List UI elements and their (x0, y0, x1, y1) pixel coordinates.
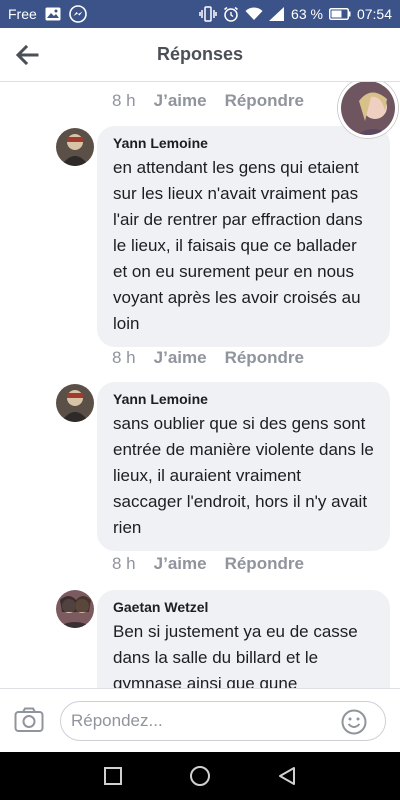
avatar[interactable] (56, 128, 94, 166)
camera-button[interactable] (14, 707, 46, 735)
vibrate-icon (199, 6, 217, 22)
recent-apps-icon (104, 767, 123, 785)
emoji-button[interactable] (341, 709, 367, 735)
reply-button[interactable]: Répondre (225, 91, 304, 111)
battery-percent: 63 % (291, 6, 323, 22)
home-button[interactable] (186, 762, 214, 790)
camera-icon (14, 707, 44, 732)
signal-icon (269, 7, 285, 21)
comment-time: 8 h (112, 91, 136, 110)
back-triangle-icon (278, 767, 295, 785)
comment-actions: 8 h J’aime Répondre (112, 554, 304, 574)
reply-button[interactable]: Répondre (225, 348, 304, 368)
nav-back-button[interactable] (273, 762, 301, 790)
wifi-icon (245, 7, 263, 21)
avatar[interactable] (56, 590, 94, 628)
page-title: Réponses (156, 44, 244, 64)
alarm-icon (223, 6, 239, 22)
messenger-icon (68, 5, 87, 23)
comment-time: 8 h (112, 554, 136, 573)
comment-bubble: Gaetan Wetzel Ben si justement ya eu de … (97, 590, 390, 688)
reply-button[interactable]: Répondre (225, 554, 304, 574)
header: Réponses (0, 28, 400, 82)
comment-bubble: Yann Lemoine en attendant les gens qui e… (97, 126, 390, 347)
home-icon (189, 766, 210, 786)
comment-text: Ben si justement ya eu de casse dans la … (113, 622, 358, 688)
comment-actions: 8 h J’aime Répondre (112, 91, 304, 111)
comment-text: sans oublier que si des gens sont entrée… (113, 414, 374, 537)
comment-text: en attendant les gens qui etaient sur le… (113, 158, 363, 333)
replies-list[interactable]: 8 h J’aime Répondre Yann Lemoine en atte… (0, 82, 400, 688)
chat-head-avatar[interactable] (338, 82, 398, 138)
comment-bubble: Yann Lemoine sans oublier que si des gen… (97, 382, 390, 551)
reply-input[interactable] (60, 701, 386, 741)
back-button[interactable] (14, 42, 40, 68)
like-button[interactable]: J’aime (154, 554, 207, 574)
reply-composer (0, 688, 400, 752)
status-bar: Free 63 % 07:54 (0, 0, 400, 28)
like-button[interactable]: J’aime (154, 91, 207, 111)
image-icon (45, 7, 61, 21)
comment-author[interactable]: Gaetan Wetzel (113, 599, 374, 615)
clock: 07:54 (356, 6, 392, 22)
comment-author[interactable]: Yann Lemoine (113, 135, 374, 151)
avatar[interactable] (56, 384, 94, 422)
carrier-label: Free (8, 6, 37, 22)
comment-author[interactable]: Yann Lemoine (113, 391, 374, 407)
smiley-icon (341, 709, 367, 735)
comment-time: 8 h (112, 348, 136, 367)
arrow-left-icon (15, 45, 39, 65)
battery-icon (328, 8, 351, 20)
comment-actions: 8 h J’aime Répondre (112, 348, 304, 368)
like-button[interactable]: J’aime (154, 348, 207, 368)
system-nav-bar (0, 752, 400, 800)
recent-apps-button[interactable] (99, 762, 127, 790)
